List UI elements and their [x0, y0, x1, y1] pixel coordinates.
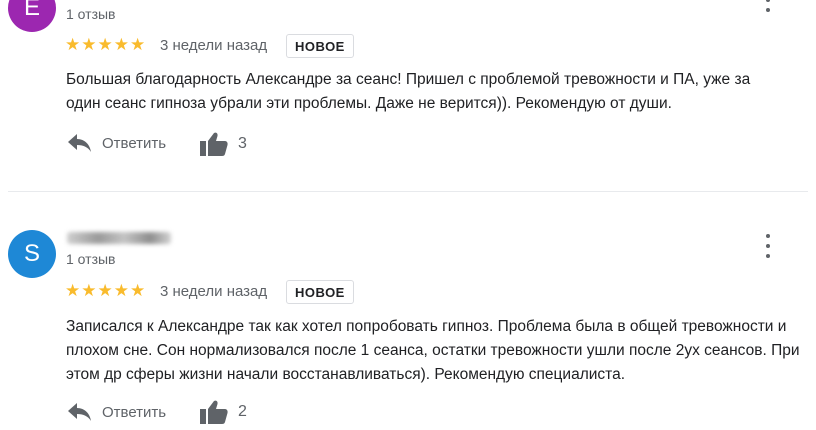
- review-divider: [8, 191, 808, 192]
- avatar[interactable]: S: [8, 230, 56, 278]
- reply-arrow-icon: [68, 403, 91, 421]
- new-badge: НОВОЕ: [286, 34, 354, 58]
- review-time: 3 недели назад: [160, 37, 268, 54]
- review-text: Записался к Александре так как хотел поп…: [66, 318, 800, 383]
- more-options-icon[interactable]: [758, 0, 778, 12]
- like-count: 3: [238, 135, 247, 152]
- more-options-icon[interactable]: [758, 234, 778, 258]
- new-badge: НОВОЕ: [286, 280, 354, 304]
- reply-label: Ответить: [102, 134, 167, 152]
- reviewer-review-count: 1 отзыв: [66, 251, 116, 267]
- review-time: 3 недели назад: [160, 283, 268, 300]
- avatar-letter: E: [23, 0, 40, 21]
- reviewer-review-count: 1 отзыв: [66, 6, 116, 22]
- star-rating: ★★★★★: [65, 35, 147, 54]
- review-text: Большая благодарность Александре за сеан…: [66, 71, 751, 112]
- reply-button[interactable]: Ответить: [68, 133, 166, 153]
- like-button[interactable]: 2: [200, 400, 247, 424]
- like-count: 2: [238, 403, 247, 420]
- review-card: S 1 отзыв ★★★★★ 3 недели назад НОВОЕ Зап…: [0, 224, 816, 430]
- thumbs-up-icon: [200, 132, 228, 156]
- star-rating: ★★★★★: [65, 281, 147, 300]
- review-card: E 1 отзыв ★★★★★ 3 недели назад НОВОЕ Бол…: [0, 0, 816, 190]
- avatar[interactable]: E: [8, 0, 56, 32]
- thumbs-up-icon: [200, 400, 228, 424]
- avatar-letter: S: [23, 240, 40, 267]
- reply-button[interactable]: Ответить: [68, 402, 166, 422]
- reviewer-name-redacted[interactable]: [67, 232, 171, 244]
- reply-label: Ответить: [102, 403, 167, 421]
- like-button[interactable]: 3: [200, 132, 247, 156]
- reply-arrow-icon: [68, 134, 91, 152]
